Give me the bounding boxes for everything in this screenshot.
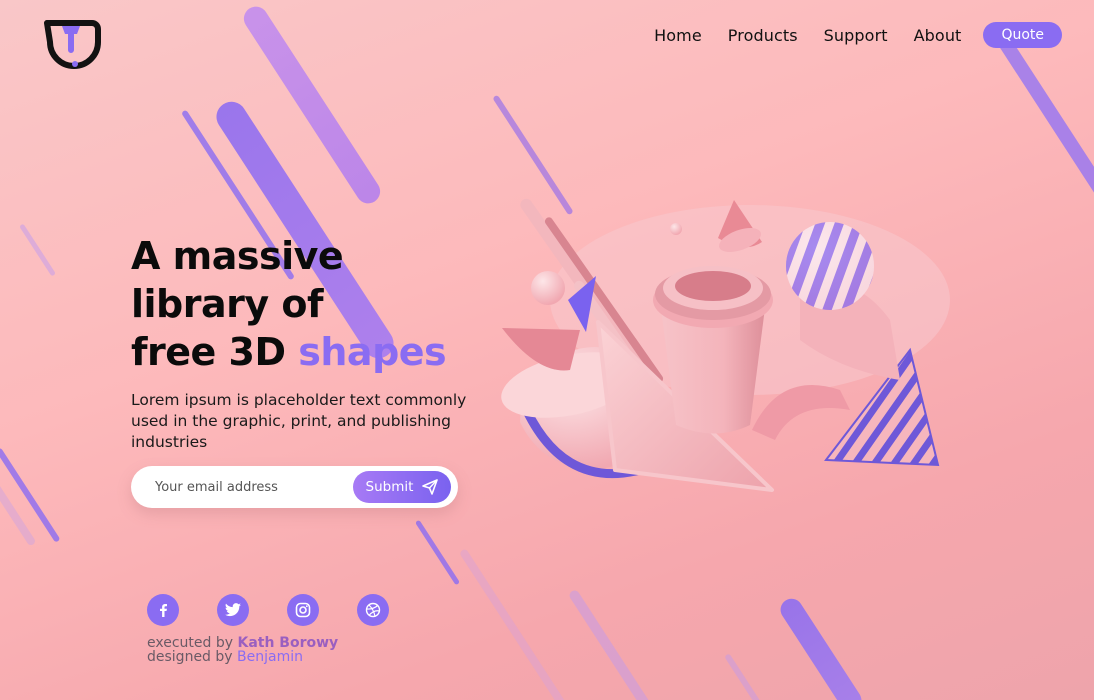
brand-logo-icon [44, 20, 101, 69]
nav-support[interactable]: Support [824, 26, 888, 45]
hero-title-line3: free 3D [131, 330, 299, 374]
submit-label: Submit [365, 479, 414, 495]
email-input[interactable] [155, 479, 345, 495]
hero-title-line2: library of [131, 282, 324, 326]
hero-title-line1: A massive [131, 234, 344, 278]
hero-title: A massive library of free 3D shapes [131, 232, 551, 376]
instagram-icon[interactable] [287, 594, 319, 626]
facebook-icon[interactable] [147, 594, 179, 626]
submit-button[interactable]: Submit [353, 471, 451, 503]
nav-about[interactable]: About [914, 26, 962, 45]
nav-products[interactable]: Products [728, 26, 798, 45]
credits: executed by Kath Borowy designed by Benj… [147, 636, 338, 664]
hero-title-accent: shapes [298, 330, 447, 374]
twitter-icon[interactable] [217, 594, 249, 626]
executed-by-line: executed by Kath Borowy [147, 636, 338, 650]
designed-prefix: designed by [147, 649, 238, 665]
quote-button[interactable]: Quote [983, 22, 1062, 48]
paper-plane-icon [422, 479, 439, 495]
brand-logo[interactable] [44, 20, 102, 70]
designed-name[interactable]: Benjamin [237, 649, 303, 665]
designed-by-line: designed by Benjamin [147, 650, 338, 664]
nav-home[interactable]: Home [654, 26, 702, 45]
hero-description: Lorem ipsum is placeholder text commonly… [131, 391, 467, 451]
subscribe-form: Submit [131, 466, 458, 508]
social-links [147, 594, 389, 626]
main-nav: Home Products Support About Quote [654, 22, 1062, 48]
dribbble-icon[interactable] [357, 594, 389, 626]
hero-3d-illustration [490, 170, 960, 530]
